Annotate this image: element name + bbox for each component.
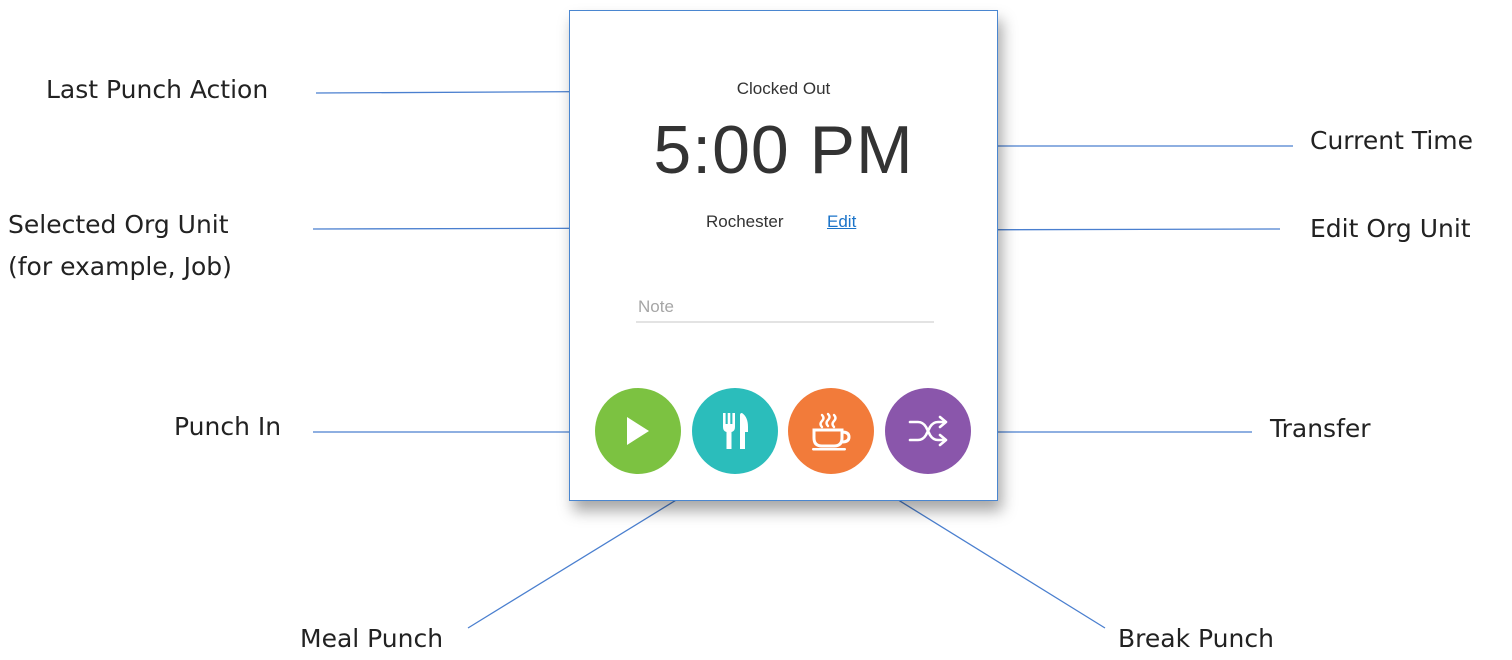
callout-current-time: Current Time	[1310, 126, 1474, 155]
break-punch-button[interactable]	[788, 388, 874, 474]
callout-selected-org-unit: Selected Org Unit (for example, Job)	[8, 204, 232, 288]
org-unit-row: Rochester Edit	[570, 212, 997, 236]
shuffle-icon	[908, 415, 948, 447]
callout-selected-org-unit-line2: (for example, Job)	[8, 252, 232, 281]
callout-transfer: Transfer	[1270, 414, 1371, 443]
last-punch-status: Clocked Out	[736, 79, 831, 98]
time-clock-card: Clocked Out 5:00 PM Rochester Edit	[569, 10, 998, 501]
callout-selected-org-unit-line1: Selected Org Unit	[8, 210, 229, 239]
leader-break-punch	[865, 479, 1106, 629]
fork-knife-icon	[723, 413, 748, 449]
coffee-cup-icon	[812, 412, 851, 451]
current-time-display: 5:00 PM	[653, 112, 914, 188]
org-unit-name: Rochester	[706, 212, 784, 231]
callout-break-punch: Break Punch	[1118, 624, 1274, 653]
play-icon	[627, 417, 649, 445]
callout-last-punch-action: Last Punch Action	[46, 75, 269, 104]
edit-org-unit-link[interactable]: Edit	[827, 212, 856, 232]
callout-punch-in: Punch In	[174, 412, 282, 441]
punch-in-button[interactable]	[595, 388, 681, 474]
callout-edit-org-unit: Edit Org Unit	[1310, 214, 1471, 243]
transfer-button[interactable]	[885, 388, 971, 474]
callout-meal-punch: Meal Punch	[300, 624, 444, 653]
note-input[interactable]	[636, 293, 934, 323]
meal-punch-button[interactable]	[692, 388, 778, 474]
